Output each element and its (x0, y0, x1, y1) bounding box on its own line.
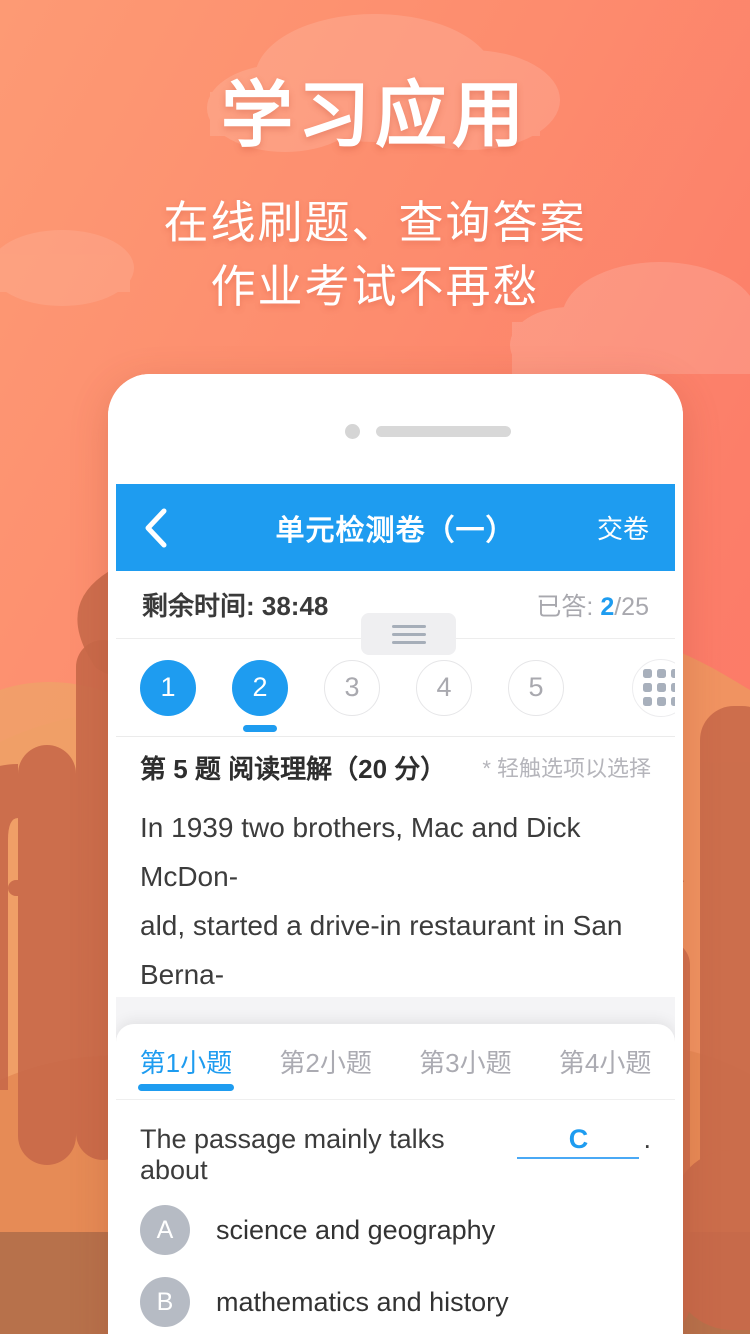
phone-screen: 单元检测卷（一） 交卷 剩余时间: 38:48 已答: 2/25 1 2 3 4… (116, 484, 675, 1334)
tab-sub-question-4[interactable]: 第4小题 (535, 1024, 675, 1099)
chevron-left-icon (142, 507, 168, 549)
cloud-top (207, 14, 560, 152)
pager-item-5[interactable]: 5 (508, 659, 564, 716)
earpiece-speaker (376, 426, 511, 437)
option-a-label: science and geography (216, 1214, 496, 1245)
option-a-badge: A (140, 1205, 190, 1255)
grid-menu-icon (642, 669, 675, 706)
app-navbar: 单元检测卷（一） 交卷 (116, 484, 675, 571)
grid-menu-button[interactable] (632, 658, 675, 717)
option-b-badge: B (140, 1277, 190, 1327)
tab-sub-question-2[interactable]: 第2小题 (256, 1024, 396, 1099)
phone-top-bezel (108, 374, 683, 484)
stem-prefix: The passage mainly talks about (140, 1124, 445, 1185)
phone-mockup: 单元检测卷（一） 交卷 剩余时间: 38:48 已答: 2/25 1 2 3 4… (108, 374, 683, 1334)
answered-count: 已答: 2/25 (536, 587, 649, 623)
reading-passage: In 1939 two brothers, Mac and Dick McDon… (116, 797, 675, 997)
cloud-left-small (0, 230, 134, 306)
question-title: 第 5 题 阅读理解（20 分） (140, 753, 447, 784)
tab-sub-question-1[interactable]: 第1小题 (116, 1024, 256, 1099)
back-button[interactable] (116, 507, 186, 549)
answer-sheet-panel: 第1小题 第2小题 第3小题 第4小题 The passage mainly t… (116, 1024, 675, 1334)
cloud-right (510, 262, 750, 383)
question-hint: * 轻触选项以选择 (482, 756, 651, 781)
pager-item-1[interactable]: 1 (140, 659, 196, 716)
option-a[interactable]: A science and geography (116, 1194, 675, 1266)
answered-total: /25 (614, 592, 649, 621)
option-b[interactable]: B mathematics and history (116, 1266, 675, 1334)
pager-item-4[interactable]: 4 (416, 659, 472, 716)
question-header: 第 5 题 阅读理解（20 分） * 轻触选项以选择 (116, 737, 675, 797)
tab-sub-question-3[interactable]: 第3小题 (396, 1024, 536, 1099)
answer-blank[interactable]: C (517, 1124, 640, 1159)
remaining-time-label: 剩余时间: 38:48 (142, 591, 329, 621)
pager-item-2[interactable]: 2 (232, 659, 288, 716)
front-camera-icon (345, 424, 360, 439)
sub-question-tabs: 第1小题 第2小题 第3小题 第4小题 (116, 1024, 675, 1100)
option-b-label: mathematics and history (216, 1286, 509, 1317)
answered-current: 2 (600, 592, 615, 621)
submit-exam-button[interactable]: 交卷 (597, 509, 649, 546)
page-title: 单元检测卷（一） (275, 514, 516, 547)
pager-item-3[interactable]: 3 (324, 659, 380, 716)
stem-suffix: . (643, 1124, 651, 1154)
promo-screenshot: 学习应用 在线刷题、查询答案 作业考试不再愁 单元检测卷（一） 交卷 剩余时间:… (0, 0, 750, 1334)
drag-handle-icon[interactable] (361, 613, 456, 655)
sub-question-stem: The passage mainly talks about C . (116, 1100, 675, 1194)
answered-prefix: 已答: (536, 592, 601, 621)
